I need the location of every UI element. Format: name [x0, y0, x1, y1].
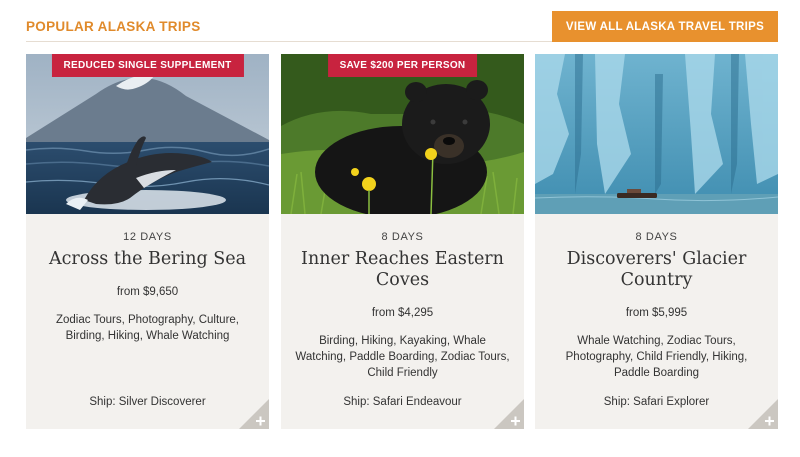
plus-icon[interactable] — [239, 399, 269, 429]
trip-image-glacier[interactable] — [535, 54, 778, 214]
trip-card[interactable]: REDUCED SINGLE SUPPLEMENT 12 DAYS Across… — [26, 54, 269, 429]
trip-activities: Birding, Hiking, Kayaking, Whale Watchin… — [295, 335, 510, 379]
section-header: POPULAR ALASKA TRIPS VIEW ALL ALASKA TRA… — [26, 0, 778, 42]
trip-ship: Ship: Safari Explorer — [603, 396, 710, 408]
trip-price: from $5,995 — [625, 307, 688, 319]
section-title: POPULAR ALASKA TRIPS — [26, 19, 201, 34]
trip-title[interactable]: Discoverers' Glacier Country — [549, 249, 764, 291]
trip-title[interactable]: Inner Reaches Eastern Coves — [295, 249, 510, 291]
plus-icon[interactable] — [494, 399, 524, 429]
trip-activities: Zodiac Tours, Photography, Culture, Bird… — [55, 314, 240, 342]
promo-badge: SAVE $200 PER PERSON — [327, 54, 478, 77]
trip-image-whale[interactable]: REDUCED SINGLE SUPPLEMENT — [26, 54, 269, 214]
trip-duration: 8 DAYS — [635, 231, 678, 243]
trip-image-bear[interactable]: SAVE $200 PER PERSON — [281, 54, 524, 214]
promo-badge: REDUCED SINGLE SUPPLEMENT — [51, 54, 244, 77]
trip-duration: 12 DAYS — [123, 231, 172, 243]
trip-activities: Whale Watching, Zodiac Tours, Photograph… — [565, 335, 748, 379]
trip-duration: 8 DAYS — [381, 231, 424, 243]
trip-ship: Ship: Silver Discoverer — [89, 396, 206, 408]
trip-card[interactable]: 8 DAYS Discoverers' Glacier Country from… — [535, 54, 778, 429]
trip-title[interactable]: Across the Bering Sea — [40, 249, 255, 270]
trip-price: from $4,295 — [371, 307, 434, 319]
plus-icon[interactable] — [748, 399, 778, 429]
trip-price: from $9,650 — [116, 286, 179, 298]
trip-card[interactable]: SAVE $200 PER PERSON 8 DAYS Inner Reache… — [281, 54, 524, 429]
trip-ship: Ship: Safari Endeavour — [343, 396, 462, 408]
view-all-trips-button[interactable]: VIEW ALL ALASKA TRAVEL TRIPS — [552, 11, 778, 42]
